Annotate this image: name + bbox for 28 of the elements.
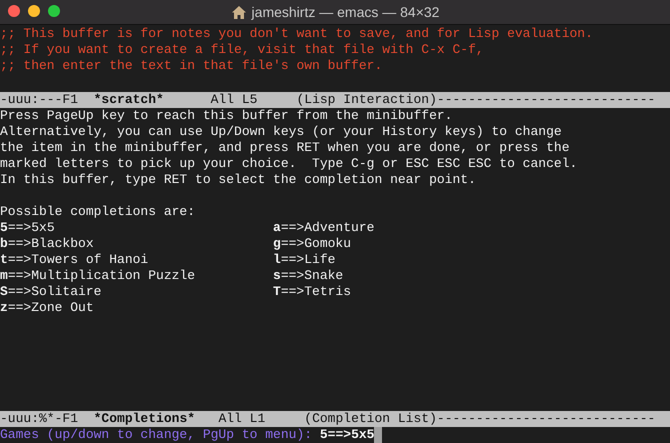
window-title: jameshirtz — emacs — 84×32 (252, 4, 440, 20)
comment-line: ;; If you want to create a file, visit that file with C-x C-f, (0, 42, 485, 58)
completion-item[interactable]: t==>Towers of Hanoi (0, 252, 148, 267)
minibuffer-prompt: Games (up/down to change, PgUp to menu): (0, 427, 314, 443)
completion-item[interactable]: b==>Blackbox (0, 236, 94, 251)
completion-item[interactable]: l==>Life (273, 252, 336, 267)
completion-item[interactable]: T==>Tetris (273, 284, 352, 299)
minimize-button[interactable] (28, 5, 40, 17)
completion-item[interactable]: m==>Multiplication Puzzle (0, 268, 196, 283)
house-icon (230, 4, 247, 20)
help-text: the item in the minibuffer, and press RET when you are done, or press the (0, 140, 570, 156)
completion-item[interactable]: z==>Zone Out (0, 300, 94, 315)
help-text: In this buffer, type RET to select the completion near point. (0, 172, 477, 188)
completion-item[interactable]: 5==>5x5 (0, 220, 55, 235)
zoom-button[interactable] (48, 5, 60, 17)
text-cursor (374, 427, 382, 443)
minibuffer-input[interactable]: 5==>5x5 (320, 427, 374, 443)
completion-item[interactable]: a==>Adventure (273, 220, 374, 235)
help-text: Alternatively, you can use Up/Down keys (or your History keys) to change (0, 124, 563, 140)
completion-item[interactable]: g==>Gomoku (273, 236, 352, 251)
comment-line: ;; This buffer is for notes you don't want to save, and for Lisp evaluation. (0, 26, 594, 42)
completions-heading: Possible completions are: (0, 204, 196, 220)
help-text: Press PageUp key to reach this buffer from the minibuffer. (0, 108, 454, 124)
completion-item[interactable]: s==>Snake (273, 268, 344, 283)
close-button[interactable] (8, 5, 20, 17)
completion-item[interactable]: S==>Solitaire (0, 284, 102, 299)
help-text: marked letters to pick up your choice. Type C-g or ESC ESC ESC to cancel. (0, 156, 578, 172)
comment-line: ;; then enter the text in that file's own buffer. (0, 58, 384, 74)
